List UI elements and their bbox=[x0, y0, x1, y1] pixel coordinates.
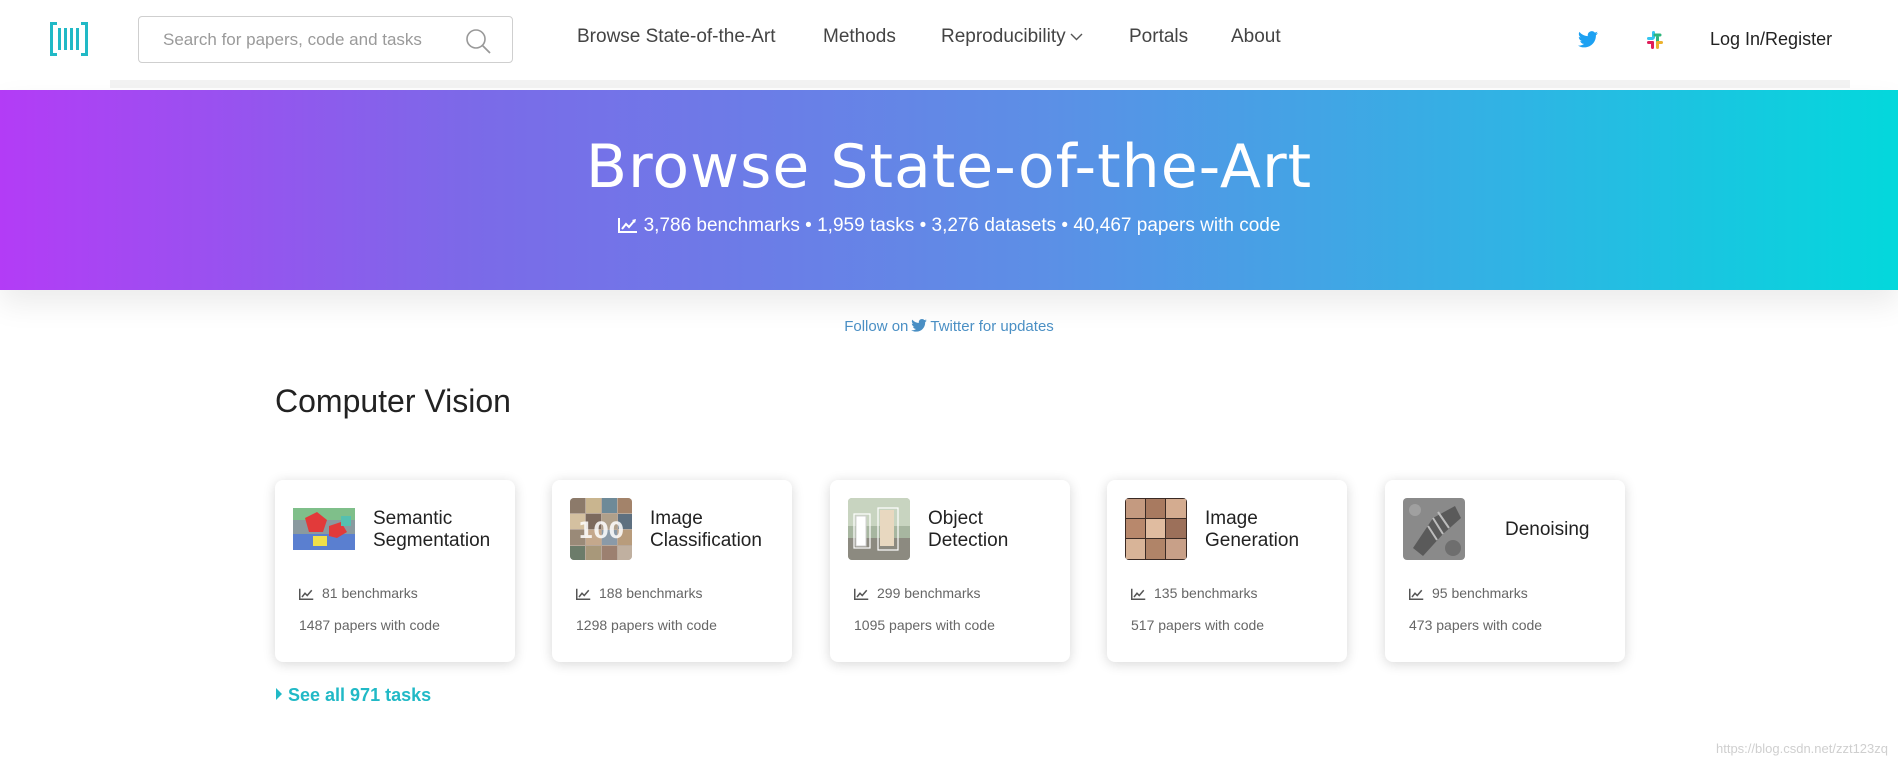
task-card-image-generation[interactable]: Image Generation 135 benchmarks 517 pape… bbox=[1107, 480, 1347, 662]
search-icon[interactable] bbox=[464, 27, 492, 55]
search-box[interactable] bbox=[138, 16, 513, 63]
twitter-icon[interactable] bbox=[1578, 31, 1598, 48]
task-card-object-detection[interactable]: Object Detection 299 benchmarks 1095 pap… bbox=[830, 480, 1070, 662]
svg-text:100: 100 bbox=[578, 519, 624, 544]
task-card-semantic-segmentation[interactable]: Semantic Segmentation 81 benchmarks 1487… bbox=[275, 480, 515, 662]
task-card-denoising[interactable]: Denoising 95 benchmarks 473 papers with … bbox=[1385, 480, 1625, 662]
papers-count: 1095 papers with code bbox=[854, 617, 995, 633]
see-all-tasks-link[interactable]: See all 971 tasks bbox=[276, 685, 431, 706]
task-name[interactable]: Image Generation bbox=[1205, 508, 1340, 552]
hero-stats-text: 3,786 benchmarks • 1,959 tasks • 3,276 d… bbox=[643, 215, 1281, 236]
benchmark-count: 188 benchmarks bbox=[576, 585, 703, 601]
papers-count: 473 papers with code bbox=[1409, 617, 1543, 633]
benchmark-count-text: 95 benchmarks bbox=[1432, 585, 1528, 601]
nav-divider bbox=[110, 80, 1850, 88]
task-thumbnail-image bbox=[293, 498, 355, 560]
chart-icon bbox=[1131, 588, 1146, 600]
section-title: Computer Vision bbox=[275, 383, 511, 419]
follow-prefix: Follow on bbox=[844, 318, 909, 335]
nav-methods[interactable]: Methods bbox=[823, 26, 896, 48]
hero-banner: Browse State-of-the-Art 3,786 benchmarks… bbox=[0, 90, 1898, 290]
hero-title: Browse State-of-the-Art bbox=[585, 132, 1313, 202]
slack-icon[interactable] bbox=[1645, 30, 1665, 50]
task-thumbnail-image bbox=[1125, 498, 1187, 560]
search-input[interactable] bbox=[163, 29, 453, 51]
chart-icon bbox=[299, 588, 314, 600]
caret-right-icon bbox=[276, 688, 282, 700]
papers-count: 517 papers with code bbox=[1131, 617, 1265, 633]
nav-reproducibility[interactable]: Reproducibility bbox=[941, 26, 1083, 48]
see-all-tasks-label: See all 971 tasks bbox=[288, 685, 432, 705]
task-name[interactable]: Image Classification bbox=[650, 508, 785, 552]
chart-icon bbox=[576, 588, 591, 600]
twitter-icon bbox=[911, 319, 928, 332]
task-name[interactable]: Object Detection bbox=[928, 508, 1063, 552]
task-thumbnail-image bbox=[848, 498, 910, 560]
nav-browse-sota[interactable]: Browse State-of-the-Art bbox=[577, 26, 776, 48]
task-card-image-classification[interactable]: 100 Image Classification 188 benchmarks … bbox=[552, 480, 792, 662]
chart-icon bbox=[854, 588, 869, 600]
papers-count: 1487 papers with code bbox=[299, 617, 440, 633]
chart-icon bbox=[1409, 588, 1424, 600]
benchmark-count: 81 benchmarks bbox=[299, 585, 418, 601]
benchmark-count: 135 benchmarks bbox=[1131, 585, 1258, 601]
watermark: https://blog.csdn.net/zzt123zq bbox=[1716, 741, 1888, 756]
nav-about[interactable]: About bbox=[1231, 26, 1281, 48]
login-register-link[interactable]: Log In/Register bbox=[1710, 29, 1832, 50]
follow-suffix: Twitter for updates bbox=[930, 318, 1054, 335]
task-name[interactable]: Semantic Segmentation bbox=[373, 508, 508, 552]
papers-count: 1298 papers with code bbox=[576, 617, 717, 633]
benchmark-count-text: 299 benchmarks bbox=[877, 585, 981, 601]
navbar: Browse State-of-the-Art Methods Reproduc… bbox=[0, 0, 1898, 85]
benchmark-count-text: 188 benchmarks bbox=[599, 585, 703, 601]
chart-icon bbox=[617, 218, 637, 233]
benchmark-count: 299 benchmarks bbox=[854, 585, 981, 601]
chevron-down-icon bbox=[1070, 33, 1083, 41]
task-thumbnail-image bbox=[1403, 498, 1465, 560]
nav-portals[interactable]: Portals bbox=[1129, 26, 1188, 48]
task-thumbnail-image: 100 bbox=[570, 498, 632, 560]
logo-icon[interactable] bbox=[50, 22, 88, 56]
benchmark-count: 95 benchmarks bbox=[1409, 585, 1528, 601]
hero-stats: 3,786 benchmarks • 1,959 tasks • 3,276 d… bbox=[0, 215, 1898, 237]
follow-twitter-link[interactable]: Follow on Twitter for updates bbox=[0, 318, 1898, 335]
benchmark-count-text: 135 benchmarks bbox=[1154, 585, 1258, 601]
nav-reproducibility-label: Reproducibility bbox=[941, 26, 1066, 47]
benchmark-count-text: 81 benchmarks bbox=[322, 585, 418, 601]
task-name[interactable]: Denoising bbox=[1505, 519, 1640, 541]
